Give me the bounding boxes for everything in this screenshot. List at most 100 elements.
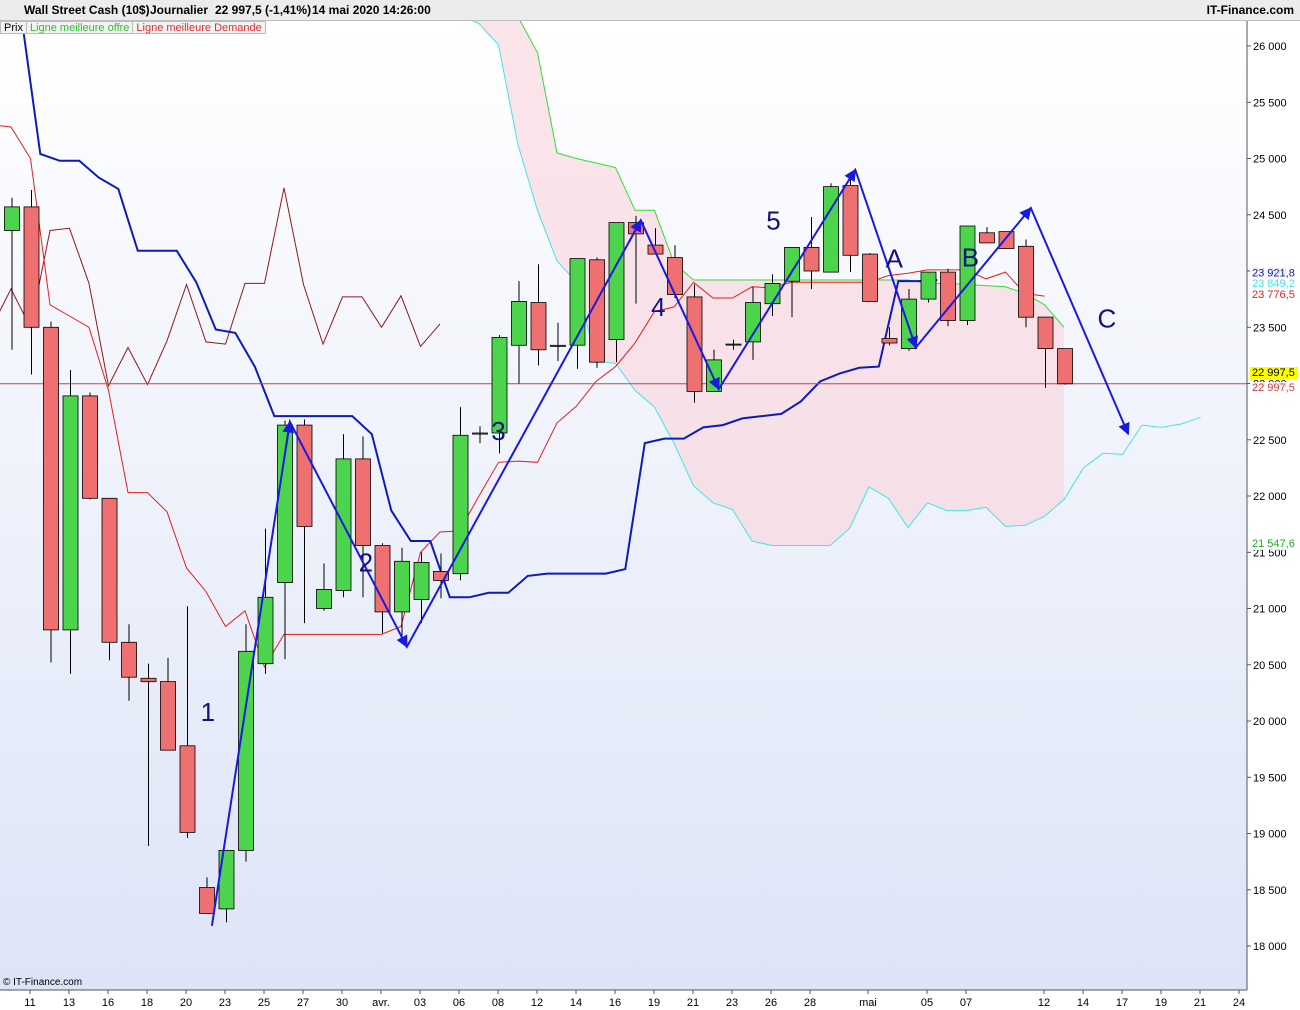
price-label: 23 776,5 xyxy=(1252,289,1295,301)
wave-label: B xyxy=(962,243,979,273)
x-tick-label: 06 xyxy=(453,997,465,1009)
candle-body-down xyxy=(979,232,995,244)
candle-body-down xyxy=(179,745,196,833)
y-tick-label: 19 500 xyxy=(1253,772,1287,784)
copyright-label: © IT-Finance.com xyxy=(3,977,83,988)
x-tick-label: 12 xyxy=(1038,997,1050,1009)
y-tick-label: 20 500 xyxy=(1253,660,1287,672)
x-tick-label: 21 xyxy=(687,997,699,1009)
y-tick-label: 19 000 xyxy=(1253,829,1287,841)
wave-label: 3 xyxy=(491,416,505,446)
candle-body-up xyxy=(959,225,976,321)
wave-label: 4 xyxy=(651,292,665,322)
candle-body-down xyxy=(355,458,371,546)
period-label[interactable]: Journalier xyxy=(150,3,208,17)
wave-label: 1 xyxy=(201,697,215,727)
wave-label: 5 xyxy=(766,205,780,235)
y-tick-label: 22 000 xyxy=(1253,491,1287,503)
candle xyxy=(823,183,839,273)
x-tick-label: 13 xyxy=(63,997,75,1009)
candle-body-down xyxy=(121,641,137,678)
candle xyxy=(589,257,605,368)
brand-label: IT-Finance.com xyxy=(1206,3,1294,17)
candle-body-down xyxy=(803,246,820,272)
y-tick-label: 26 000 xyxy=(1253,41,1287,53)
candle-body-down xyxy=(23,206,40,328)
chart-header: Wall Street Cash (10$) Journalier 22 997… xyxy=(0,0,1300,21)
candle xyxy=(101,497,118,661)
x-tick-label: 20 xyxy=(180,997,192,1009)
x-tick-label: 30 xyxy=(336,997,348,1009)
x-tick-label: 24 xyxy=(1233,997,1245,1009)
x-tick-label: 27 xyxy=(297,997,309,1009)
chart-legend: Prix Ligne meilleure offre Ligne meilleu… xyxy=(0,21,266,34)
candle xyxy=(959,225,976,325)
x-tick-label: 19 xyxy=(1155,997,1167,1009)
legend-best-offer[interactable]: Ligne meilleure offre xyxy=(25,21,134,34)
candle-body-up xyxy=(413,562,430,600)
candle-body-down xyxy=(842,185,859,256)
instrument-name: Wall Street Cash (10$) xyxy=(24,3,150,17)
candle xyxy=(1057,348,1073,385)
candle-body-up xyxy=(511,300,527,346)
candle xyxy=(998,231,1015,249)
x-tick-label: 07 xyxy=(960,997,972,1009)
candle-body-down xyxy=(199,887,215,914)
y-tick-label: 22 500 xyxy=(1253,435,1287,447)
x-tick-label: 05 xyxy=(921,997,933,1009)
ichimoku-chart[interactable]: 12345ABC 26 00025 50025 00024 50024 0002… xyxy=(0,21,1300,1010)
y-tick-label: 18 000 xyxy=(1253,941,1287,953)
plot-background xyxy=(0,21,1247,990)
wave-label: C xyxy=(1098,303,1117,333)
y-tick-label: 18 500 xyxy=(1253,885,1287,897)
candle-body-down xyxy=(1018,245,1034,318)
x-tick-label: 28 xyxy=(804,997,816,1009)
candle xyxy=(82,392,98,500)
y-tick-label: 23 500 xyxy=(1253,322,1287,334)
candle xyxy=(1018,239,1034,328)
candle-body-down xyxy=(43,326,59,631)
y-tick-label: 25 000 xyxy=(1253,154,1287,166)
candle-body-down xyxy=(1037,316,1054,350)
candle-body-up xyxy=(569,258,586,346)
x-tick-label: 25 xyxy=(258,997,270,1009)
y-tick-label: 20 000 xyxy=(1253,716,1287,728)
y-tick-label: 24 500 xyxy=(1253,210,1287,222)
candle-body-up xyxy=(725,343,742,346)
x-tick-label: 18 xyxy=(141,997,153,1009)
y-tick-label: 21 000 xyxy=(1253,604,1287,616)
y-tick-label: 25 500 xyxy=(1253,97,1287,109)
price-label: 22 997,5 xyxy=(1252,382,1295,394)
candle-body-down xyxy=(686,296,703,392)
price-label: 22 997,5 xyxy=(1252,367,1295,379)
x-tick-label: 23 xyxy=(726,997,738,1009)
candle-body-up xyxy=(608,222,625,341)
candle-body-up xyxy=(550,344,566,347)
candle-body-down xyxy=(862,253,878,302)
candle xyxy=(686,284,703,403)
legend-price[interactable]: Prix xyxy=(0,21,27,34)
candle-body-up xyxy=(62,395,79,631)
timestamp-label: 14 mai 2020 14:26:00 xyxy=(312,3,431,17)
x-tick-label: 03 xyxy=(414,997,426,1009)
x-tick-label: avr. xyxy=(372,997,390,1009)
candle-body-down xyxy=(140,677,157,683)
x-tick-label: 23 xyxy=(219,997,231,1009)
x-tick-label: 26 xyxy=(765,997,777,1009)
candle-body-up xyxy=(316,589,332,609)
candle-body-up xyxy=(394,560,410,613)
x-tick-label: 14 xyxy=(1077,997,1089,1009)
candle-body-down xyxy=(101,497,118,643)
candle-body-down xyxy=(1057,348,1073,385)
x-tick-label: 16 xyxy=(609,997,621,1009)
quote-label: 22 997,5 (-1,41%) xyxy=(215,3,312,17)
candle-body-up xyxy=(238,650,254,851)
wave-label: 2 xyxy=(359,547,373,577)
legend-best-demand[interactable]: Ligne meilleure Demande xyxy=(132,21,266,34)
x-tick-label: 11 xyxy=(24,997,35,1009)
x-tick-label: mai xyxy=(859,997,877,1009)
candle-body-down xyxy=(998,231,1015,249)
x-tick-label: 16 xyxy=(102,997,114,1009)
x-tick-label: 21 xyxy=(1194,997,1206,1009)
candle-body-up xyxy=(452,434,469,575)
